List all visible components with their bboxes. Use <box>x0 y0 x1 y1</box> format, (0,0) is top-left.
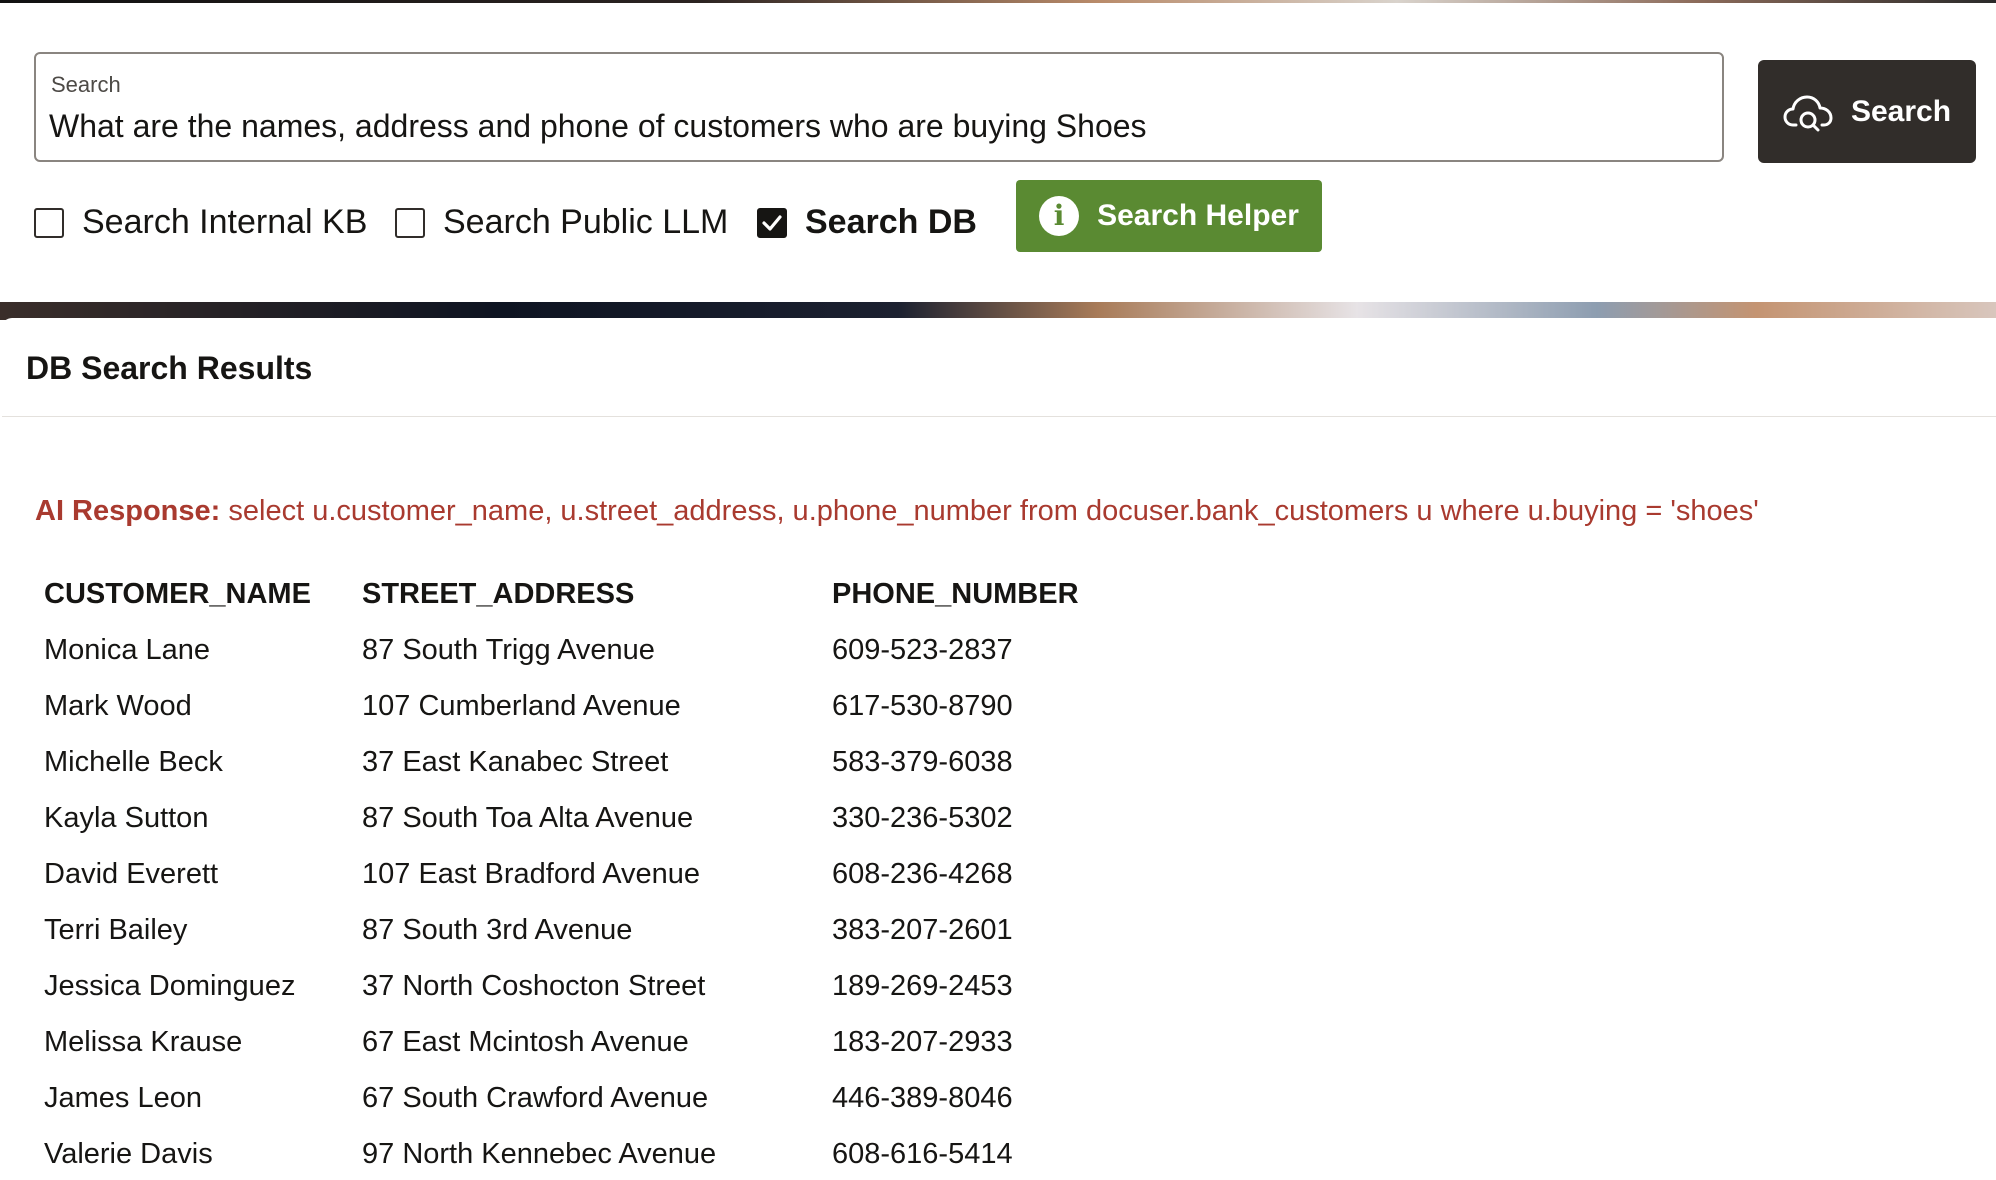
customer-name-cell: Valerie Davis <box>44 1137 213 1170</box>
phone-number-cell: 609-523-2837 <box>832 633 1013 666</box>
option-search-public-llm[interactable]: Search Public LLM <box>395 203 728 242</box>
column-header-phone-number: PHONE_NUMBER <box>832 577 1079 610</box>
column-header-customer-name: CUSTOMER_NAME <box>44 577 311 610</box>
search-helper-button[interactable]: i Search Helper <box>1016 180 1322 252</box>
phone-number-cell: 330-236-5302 <box>832 801 1013 834</box>
customer-name-cell: James Leon <box>44 1081 202 1114</box>
search-public-llm-checkbox[interactable] <box>395 207 425 238</box>
customer-name-cell: Michelle Beck <box>44 745 223 778</box>
search-db-checkbox[interactable] <box>757 207 787 238</box>
street-address-cell: 67 East Mcintosh Avenue <box>362 1025 689 1058</box>
phone-number-cell: 446-389-8046 <box>832 1081 1013 1114</box>
page: Search Search Search Internal KB Search … <box>0 0 1996 1180</box>
phone-number-cell: 383-207-2601 <box>832 913 1013 946</box>
option-search-internal-kb[interactable]: Search Internal KB <box>34 203 367 242</box>
search-internal-kb-checkbox[interactable] <box>34 207 64 238</box>
search-button-label: Search <box>1850 94 1952 128</box>
street-address-cell: 37 North Coshocton Street <box>362 969 706 1002</box>
ai-response: AI Response: select u.customer_name, u.s… <box>35 495 1759 528</box>
phone-number-cell: 189-269-2453 <box>832 969 1013 1002</box>
results-panel: DB Search Results AI Response: select u.… <box>2 318 1996 1180</box>
phone-number-cell: 583-379-6038 <box>832 745 1013 778</box>
table-row: James Leon 67 South Crawford Avenue 446-… <box>44 1070 1132 1126</box>
search-db-label: Search DB <box>805 203 977 241</box>
search-public-llm-label: Search Public LLM <box>443 203 729 241</box>
phone-number-cell: 608-236-4268 <box>832 857 1013 890</box>
customer-name-cell: Melissa Krause <box>44 1025 243 1058</box>
results-table: CUSTOMER_NAME STREET_ADDRESS PHONE_NUMBE… <box>44 566 1132 1180</box>
phone-number-cell: 183-207-2933 <box>832 1025 1013 1058</box>
customer-name-cell: Monica Lane <box>44 633 211 666</box>
cloud-search-icon <box>1783 95 1833 131</box>
table-row: Terri Bailey 87 South 3rd Avenue 383-207… <box>44 902 1132 958</box>
search-field[interactable]: Search <box>34 52 1724 162</box>
checkmark-icon <box>762 214 782 231</box>
street-address-cell: 67 South Crawford Avenue <box>362 1081 709 1114</box>
results-title: DB Search Results <box>26 350 313 386</box>
search-input[interactable] <box>49 106 1689 146</box>
table-row: Valerie Davis 97 North Kennebec Avenue 6… <box>44 1126 1132 1180</box>
table-row: David Everett 107 East Bradford Avenue 6… <box>44 846 1132 902</box>
search-field-label: Search <box>51 72 121 97</box>
street-address-cell: 87 South Trigg Avenue <box>362 633 655 666</box>
search-internal-kb-label: Search Internal KB <box>82 203 368 241</box>
phone-number-cell: 608-616-5414 <box>832 1137 1013 1170</box>
customer-name-cell: David Everett <box>44 857 219 890</box>
option-search-db[interactable]: Search DB <box>757 203 977 242</box>
ai-response-query: select u.customer_name, u.street_address… <box>228 495 1759 527</box>
table-row: Mark Wood 107 Cumberland Avenue 617-530-… <box>44 678 1132 734</box>
phone-number-cell: 617-530-8790 <box>832 689 1013 722</box>
top-decorative-strip <box>0 0 1996 3</box>
table-row: Melissa Krause 67 East Mcintosh Avenue 1… <box>44 1014 1132 1070</box>
table-header-row: CUSTOMER_NAME STREET_ADDRESS PHONE_NUMBE… <box>44 566 1132 622</box>
street-address-cell: 87 South 3rd Avenue <box>362 913 633 946</box>
info-icon: i <box>1039 196 1080 236</box>
table-row: Monica Lane 87 South Trigg Avenue 609-52… <box>44 622 1132 678</box>
search-button[interactable]: Search <box>1758 60 1976 163</box>
customer-name-cell: Kayla Sutton <box>44 801 209 834</box>
table-row: Jessica Dominguez 37 North Coshocton Str… <box>44 958 1132 1014</box>
customer-name-cell: Terri Bailey <box>44 913 188 946</box>
street-address-cell: 37 East Kanabec Street <box>362 745 669 778</box>
table-row: Michelle Beck 37 East Kanabec Street 583… <box>44 734 1132 790</box>
customer-name-cell: Mark Wood <box>44 689 192 722</box>
table-row: Kayla Sutton 87 South Toa Alta Avenue 33… <box>44 790 1132 846</box>
street-address-cell: 107 Cumberland Avenue <box>362 689 681 722</box>
street-address-cell: 97 North Kennebec Avenue <box>362 1137 717 1170</box>
ai-response-prefix: AI Response: <box>35 495 221 527</box>
street-address-cell: 107 East Bradford Avenue <box>362 857 701 890</box>
column-header-street-address: STREET_ADDRESS <box>362 577 635 610</box>
customer-name-cell: Jessica Dominguez <box>44 969 296 1002</box>
divider <box>2 416 1996 417</box>
street-address-cell: 87 South Toa Alta Avenue <box>362 801 694 834</box>
search-helper-label: Search Helper <box>1097 199 1299 232</box>
